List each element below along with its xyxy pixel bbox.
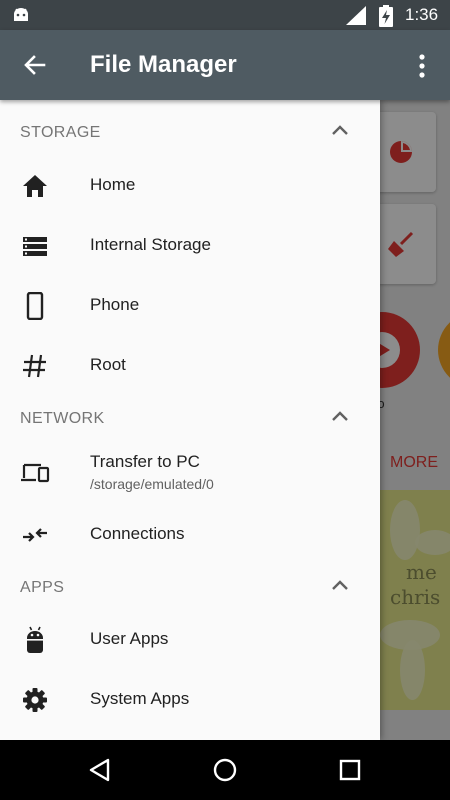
overflow-menu-icon[interactable]	[412, 52, 432, 80]
drawer-item-label: Home	[90, 175, 136, 194]
app-bar: File Manager	[0, 30, 450, 100]
swap-arrows-icon	[23, 528, 47, 542]
drawer-item-path: /storage/emulated/0	[90, 476, 214, 492]
chevron-up-icon[interactable]	[330, 577, 350, 593]
drawer-item-label: Transfer to PC	[90, 452, 200, 471]
status-bar: 1:36	[0, 0, 450, 30]
section-header-storage[interactable]: STORAGE	[0, 100, 380, 156]
navigation-drawer: STORAGE Home Internal Storage Phone Root	[0, 100, 380, 740]
section-header-apps[interactable]: APPS	[0, 555, 380, 611]
page-title: File Manager	[90, 51, 237, 78]
section-label-apps: APPS	[20, 579, 65, 596]
android-icon	[27, 626, 43, 653]
chevron-up-icon[interactable]	[330, 122, 350, 138]
drawer-item-label: Internal Storage	[90, 235, 211, 254]
nav-back-icon[interactable]	[87, 757, 113, 783]
drawer-item-internal-storage[interactable]: Internal Storage	[0, 216, 380, 276]
storage-icon	[23, 237, 47, 256]
drawer-item-label: Connections	[90, 524, 185, 543]
gear-icon	[23, 688, 47, 712]
section-label-network: NETWORK	[20, 410, 105, 427]
drawer-item-label: Phone	[90, 295, 140, 314]
drawer-item-phone[interactable]: Phone	[0, 276, 380, 336]
home-icon	[23, 175, 47, 197]
android-notification-icon	[14, 8, 28, 21]
system-navigation-bar	[0, 740, 450, 800]
drawer-item-label: System Apps	[90, 689, 190, 708]
section-label-storage: STORAGE	[20, 124, 101, 141]
drawer-item-label: Root	[90, 355, 126, 374]
hash-icon	[23, 354, 46, 378]
phone-icon	[26, 292, 44, 320]
battery-charging-icon	[379, 5, 393, 27]
status-time: 1:36	[405, 5, 439, 24]
nav-recents-icon[interactable]	[337, 757, 363, 783]
section-header-network[interactable]: NETWORK	[0, 386, 380, 442]
signal-icon	[346, 6, 366, 25]
drawer-item-home[interactable]: Home	[0, 156, 380, 216]
drawer-item-label: User Apps	[90, 629, 169, 648]
drawer-item-transfer-to-pc[interactable]: Transfer to PC /storage/emulated/0	[0, 442, 380, 502]
back-arrow-icon[interactable]	[20, 52, 48, 80]
drawer-item-user-apps[interactable]: User Apps	[0, 610, 380, 670]
nav-home-icon[interactable]	[212, 757, 238, 783]
drawer-item-system-apps[interactable]: System Apps	[0, 670, 380, 730]
chevron-up-icon[interactable]	[330, 408, 350, 424]
devices-icon	[21, 463, 50, 483]
